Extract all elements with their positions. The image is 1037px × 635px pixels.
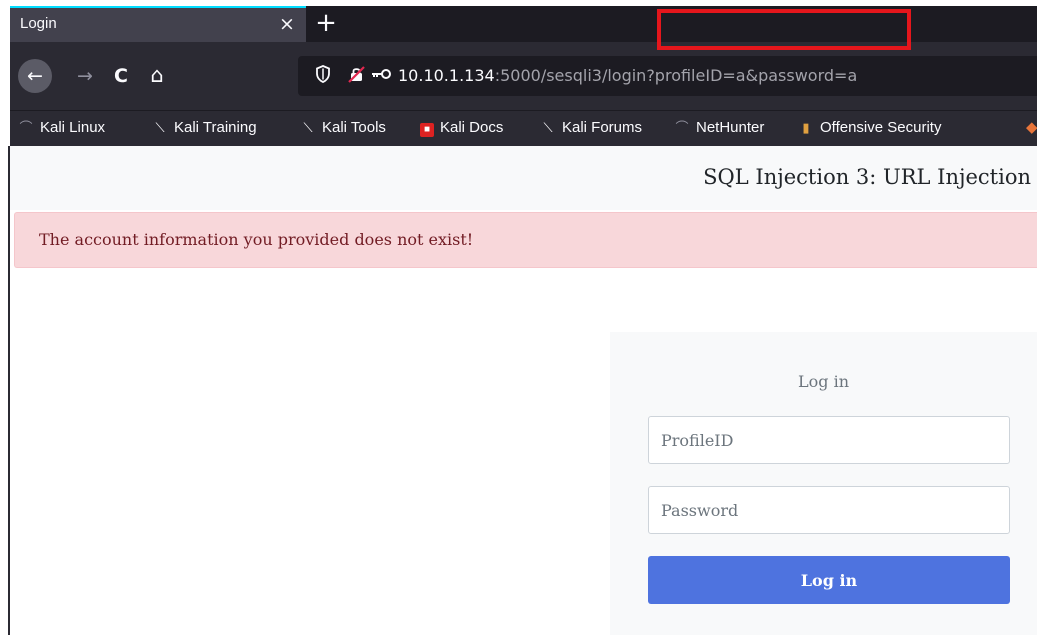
bookmark-label: Kali Docs [440,119,504,136]
tab-title: Login [20,15,57,32]
bookmark-label: Kali Forums [562,119,643,136]
bookmark-label: Offensive Security [820,119,942,136]
tab-login[interactable]: Login × [10,6,306,42]
bookmark-kali-forums[interactable]: ⟍ Kali Forums [540,117,642,139]
navigation-toolbar: ← → C ⌂ 10.10.1.134:5000/sesqli3/login?p… [10,42,1037,110]
docs-icon: ■ [420,123,434,137]
web-page: SQL Injection 3: URL Injection The accou… [10,146,1037,635]
url-host: 10.10.1.134 [398,66,495,85]
bookmark-overflow-icon[interactable]: ◆ [1026,117,1037,139]
url-query-highlight-annotation [657,9,911,50]
url-text[interactable]: 10.10.1.134:5000/sesqli3/login?profileID… [398,65,857,87]
bookmark-kali-training[interactable]: ⟍ Kali Training [152,117,257,139]
home-icon[interactable]: ⌂ [142,60,172,90]
bookmark-offensive-security[interactable]: ▮ Offensive Security [798,117,941,139]
login-form: Log in Log in [610,332,1037,635]
login-button[interactable]: Log in [648,556,1010,604]
kali-dragon-icon: ⟍ [155,120,165,135]
page-header: SQL Injection 3: URL Injection [10,146,1037,210]
browser-window: Login × + ← → C ⌂ 10.10.1.134:5000/sesql… [0,0,1037,635]
profileid-input[interactable] [648,416,1010,464]
password-input[interactable] [648,486,1010,534]
forward-icon[interactable]: → [70,61,100,91]
bookmark-label: Kali Linux [40,119,106,136]
close-tab-icon[interactable]: × [276,13,298,35]
page-title: SQL Injection 3: URL Injection [703,165,1031,189]
tracking-protection-shield-icon[interactable] [316,65,330,89]
login-heading: Log in [797,372,849,391]
kali-dragon-icon: ⟍ [303,120,313,135]
bookmark-label: NetHunter [696,119,765,136]
bookmarks-toolbar: ⌒ Kali Linux ⟍ Kali Training ⟍ Kali Tools ■… [10,110,1037,146]
error-alert: The account information you provided doe… [14,212,1037,268]
kali-dragon-icon: ⌒ [19,120,33,135]
back-icon[interactable]: ← [18,59,52,93]
kali-dragon-icon: ⌒ [675,120,689,135]
key-icon[interactable] [370,65,392,89]
offsec-icon: ▮ [802,120,810,135]
url-bar[interactable]: 10.10.1.134:5000/sesqli3/login?profileID… [298,56,1037,96]
reload-icon[interactable]: C [106,61,136,91]
bookmark-kali-docs[interactable]: ■ Kali Docs [420,117,503,139]
bookmark-label: Kali Tools [322,119,386,136]
bookmark-kali-linux[interactable]: ⌒ Kali Linux [18,117,105,139]
bookmark-kali-tools[interactable]: ⟍ Kali Tools [300,117,386,139]
bookmark-label: Kali Training [174,119,257,136]
insecure-lock-icon[interactable] [348,65,366,89]
new-tab-icon[interactable]: + [313,8,339,38]
bookmark-nethunter[interactable]: ⌒ NetHunter [674,117,764,139]
window-left-border [8,146,10,635]
kali-dragon-icon: ⟍ [543,120,553,135]
url-path-and-query: :5000/sesqli3/login?profileID=a&password… [494,66,858,85]
window-left-margin [0,6,8,635]
alert-message: The account information you provided doe… [39,230,474,249]
